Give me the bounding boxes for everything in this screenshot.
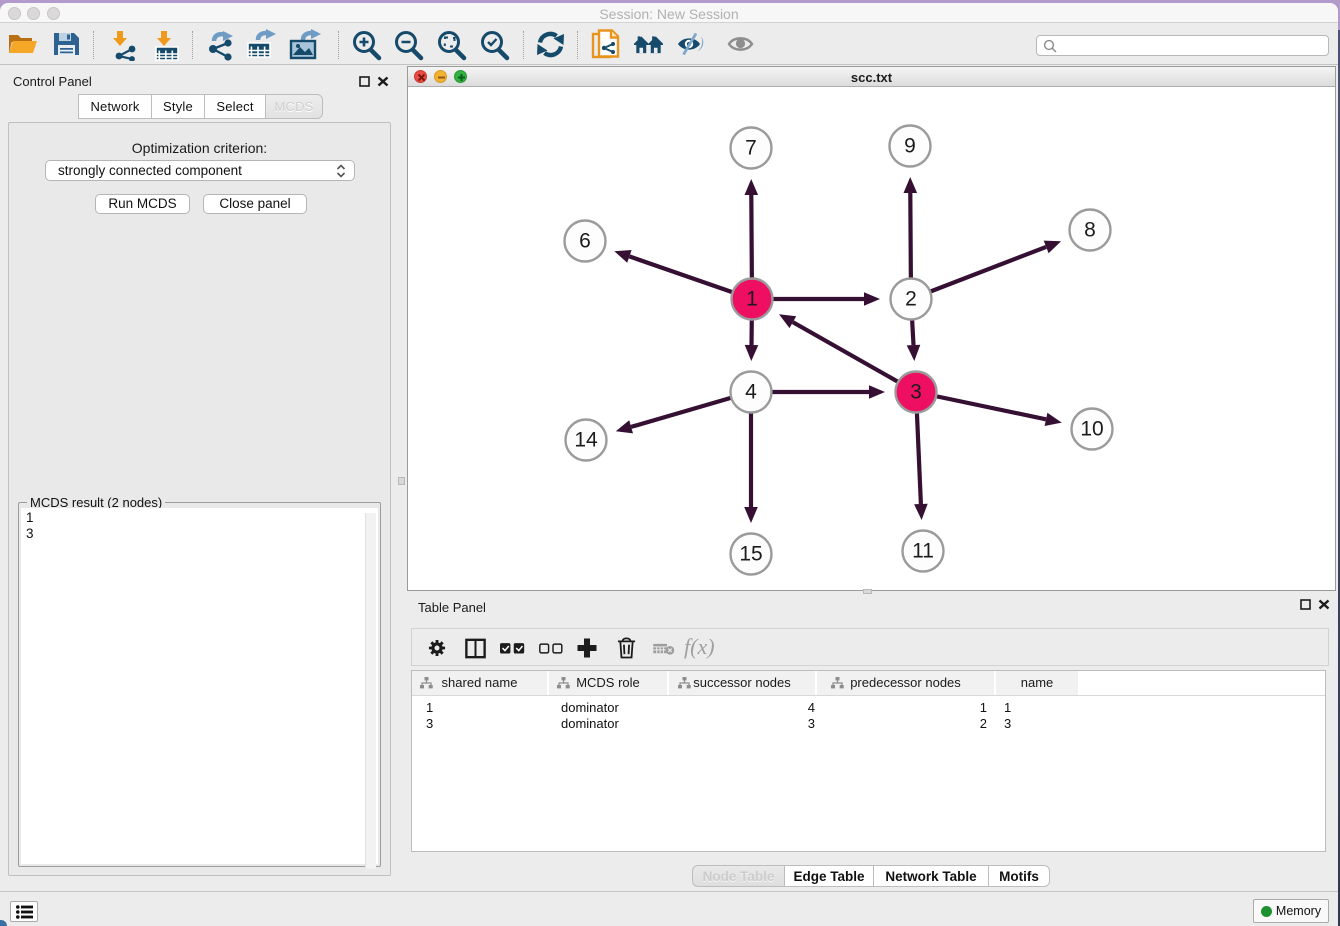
svg-text:11: 11	[912, 540, 934, 563]
svg-text:2: 2	[905, 288, 917, 311]
svg-text:14: 14	[574, 429, 598, 452]
svg-text:8: 8	[1084, 219, 1096, 242]
svg-text:6: 6	[579, 230, 591, 253]
svg-text:7: 7	[745, 137, 757, 160]
svg-text:15: 15	[739, 543, 762, 566]
svg-text:10: 10	[1080, 418, 1103, 441]
svg-text:9: 9	[904, 135, 916, 158]
svg-text:4: 4	[745, 381, 757, 404]
svg-text:1: 1	[746, 288, 758, 311]
svg-text:3: 3	[910, 381, 922, 404]
